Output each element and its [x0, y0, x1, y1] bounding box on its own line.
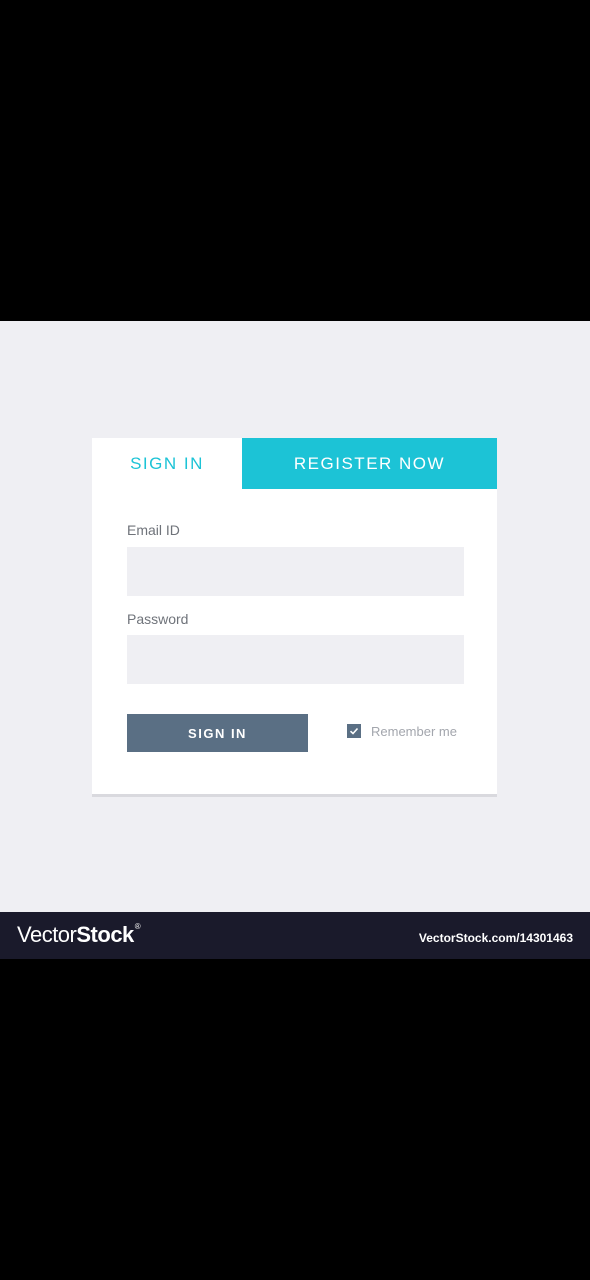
tab-register-now[interactable]: REGISTER NOW [242, 438, 497, 489]
watermark-bar: VectorStock® VectorStock.com/14301463 [0, 912, 590, 959]
password-field[interactable] [127, 635, 464, 684]
letterbox-top [0, 0, 590, 321]
remember-me[interactable]: Remember me [347, 723, 457, 739]
tab-sign-in[interactable]: SIGN IN [92, 438, 242, 489]
email-field[interactable] [127, 547, 464, 596]
sign-in-button[interactable]: SIGN IN [127, 714, 308, 752]
password-label: Password [127, 611, 189, 627]
remember-label: Remember me [371, 723, 457, 739]
login-card: SIGN IN REGISTER NOW Email ID Password S… [92, 438, 497, 794]
login-canvas: SIGN IN REGISTER NOW Email ID Password S… [0, 321, 590, 912]
check-icon [349, 727, 359, 735]
remember-checkbox[interactable] [347, 724, 361, 738]
watermark-url: VectorStock.com/14301463 [418, 931, 573, 945]
watermark-logo: VectorStock® [17, 922, 141, 947]
email-label: Email ID [127, 522, 180, 538]
